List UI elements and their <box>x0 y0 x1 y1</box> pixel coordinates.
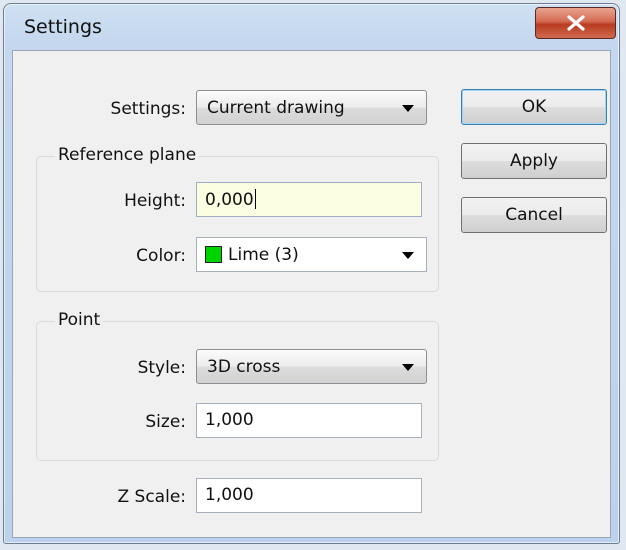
size-label: Size: <box>145 412 186 432</box>
height-label: Height: <box>124 191 186 211</box>
chevron-down-icon <box>402 105 414 112</box>
apply-button[interactable]: Apply <box>461 143 607 179</box>
point-group-title: Point <box>55 310 104 330</box>
close-button[interactable] <box>535 7 616 39</box>
settings-dropdown[interactable]: Current drawing <box>196 90 427 125</box>
style-dropdown[interactable]: 3D cross <box>196 349 427 384</box>
height-input[interactable]: 0,000 <box>196 182 422 217</box>
z-scale-label: Z Scale: <box>117 487 186 507</box>
cancel-button[interactable]: Cancel <box>461 197 607 233</box>
reference-plane-group-title: Reference plane <box>55 145 200 165</box>
size-input-value: 1,000 <box>205 410 254 430</box>
color-label: Color: <box>136 246 186 266</box>
size-input[interactable]: 1,000 <box>196 403 422 438</box>
dialog-body: Settings: Current drawing Reference plan… <box>12 50 611 538</box>
color-swatch <box>205 246 222 263</box>
settings-dialog: Settings Settings: Current drawing Refer… <box>3 3 620 544</box>
close-icon <box>567 15 585 31</box>
settings-label: Settings: <box>110 99 186 119</box>
settings-dropdown-value: Current drawing <box>207 98 345 118</box>
color-dropdown-value: Lime (3) <box>228 245 299 265</box>
chevron-down-icon <box>402 252 414 259</box>
window-title: Settings <box>24 16 102 38</box>
style-dropdown-value: 3D cross <box>207 357 281 377</box>
text-caret <box>254 189 256 209</box>
z-scale-input[interactable]: 1,000 <box>196 478 422 513</box>
z-scale-input-value: 1,000 <box>205 485 254 505</box>
ok-button[interactable]: OK <box>461 89 607 125</box>
chevron-down-icon <box>402 364 414 371</box>
color-dropdown[interactable]: Lime (3) <box>196 237 427 272</box>
point-group <box>36 321 439 461</box>
height-input-value: 0,000 <box>205 190 254 210</box>
style-label: Style: <box>137 358 186 378</box>
